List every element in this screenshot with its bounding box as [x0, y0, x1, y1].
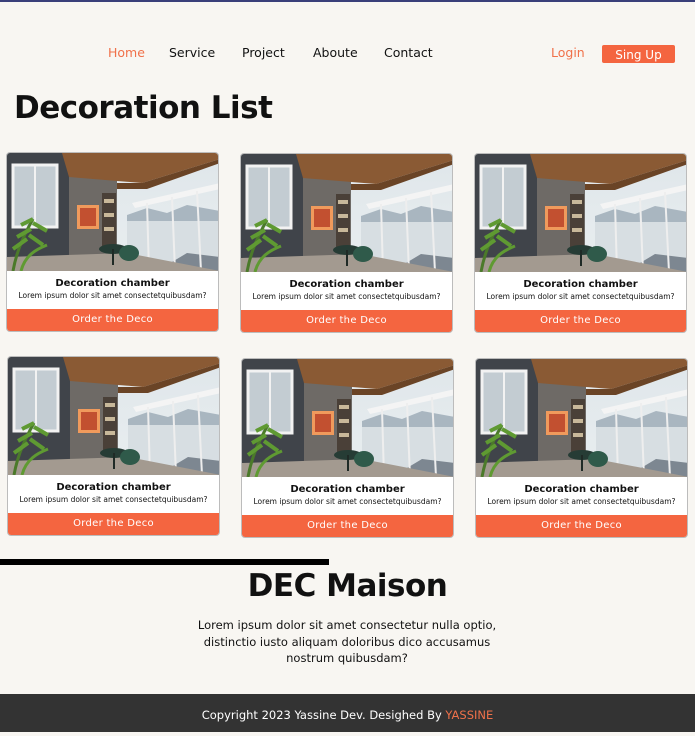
balcony-photo [241, 154, 453, 272]
balcony-photo [242, 359, 454, 477]
footer-copyright: Copyright 2023 Yassine Dev. Desighed By [201, 708, 446, 722]
card-description: Lorem ipsum dolor sit amet consectetquib… [487, 497, 676, 506]
footer: Copyright 2023 Yassine Dev. Desighed By … [0, 694, 695, 732]
footer-author-link[interactable]: YASSINE [445, 708, 493, 722]
nav-about[interactable]: Aboute [313, 45, 358, 60]
decoration-card: Decoration chamber Lorem ipsum dolor sit… [475, 358, 688, 538]
section-divider [0, 559, 329, 565]
top-accent-line [0, 0, 695, 2]
decoration-card: Decoration chamber Lorem ipsum dolor sit… [241, 358, 454, 538]
order-deco-button[interactable]: Order the Deco [8, 513, 219, 535]
order-deco-button[interactable]: Order the Deco [241, 310, 452, 332]
decoration-card: Decoration chamber Lorem ipsum dolor sit… [474, 153, 687, 333]
order-deco-button[interactable]: Order the Deco [7, 309, 218, 331]
card-title: Decoration chamber [55, 278, 170, 289]
card-description: Lorem ipsum dolor sit amet consectetquib… [18, 291, 207, 300]
about-text: Lorem ipsum dolor sit amet consectetur n… [197, 618, 497, 665]
card-title: Decoration chamber [524, 484, 639, 495]
decoration-card: Decoration chamber Lorem ipsum dolor sit… [7, 356, 220, 536]
card-title: Decoration chamber [289, 279, 404, 290]
balcony-photo [8, 357, 220, 475]
card-title: Decoration chamber [523, 279, 638, 290]
balcony-photo [475, 154, 687, 272]
balcony-photo [476, 359, 688, 477]
card-description: Lorem ipsum dolor sit amet consectetquib… [486, 292, 675, 301]
nav-project[interactable]: Project [242, 45, 285, 60]
card-description: Lorem ipsum dolor sit amet consectetquib… [252, 292, 441, 301]
order-deco-button[interactable]: Order the Deco [242, 515, 453, 537]
nav-service[interactable]: Service [169, 45, 215, 60]
signup-button[interactable]: Sing Up [602, 45, 675, 63]
nav-home[interactable]: Home [108, 45, 145, 60]
card-description: Lorem ipsum dolor sit amet consectetquib… [253, 497, 442, 506]
order-deco-button[interactable]: Order the Deco [476, 515, 687, 537]
card-title: Decoration chamber [290, 484, 405, 495]
balcony-photo [7, 153, 219, 271]
brand-title: DEC Maison [247, 568, 448, 604]
decoration-card: Decoration chamber Lorem ipsum dolor sit… [240, 153, 453, 333]
order-deco-button[interactable]: Order the Deco [475, 310, 686, 332]
nav-contact[interactable]: Contact [384, 45, 433, 60]
decoration-card: Decoration chamber Lorem ipsum dolor sit… [6, 152, 219, 332]
card-title: Decoration chamber [56, 482, 171, 493]
card-description: Lorem ipsum dolor sit amet consectetquib… [19, 495, 208, 504]
login-link[interactable]: Login [551, 45, 585, 60]
page-title: Decoration List [14, 90, 273, 126]
